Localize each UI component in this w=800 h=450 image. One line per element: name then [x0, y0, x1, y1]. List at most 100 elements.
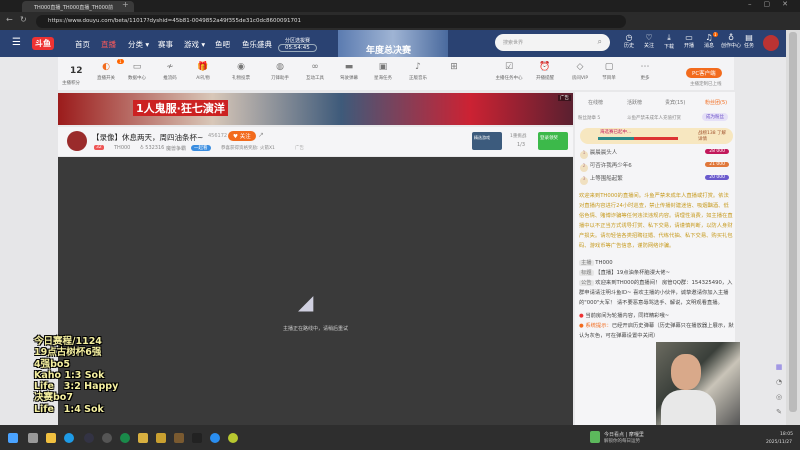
tab-active[interactable]: 活跃榜: [627, 99, 642, 106]
refresh-icon[interactable]: ↻: [20, 15, 27, 24]
banner-text: 年度总决赛: [366, 46, 412, 56]
pc-client-button[interactable]: PC客户端: [686, 68, 722, 78]
start-icon[interactable]: [8, 433, 18, 443]
warcraft-icon[interactable]: [156, 433, 166, 443]
app-icon[interactable]: [102, 433, 112, 443]
watch-together-tag[interactable]: 一起看: [191, 145, 211, 151]
challenge-pager[interactable]: 1/3: [517, 142, 525, 148]
avatar[interactable]: [763, 35, 779, 51]
interact-icon: ∞: [311, 62, 319, 72]
search-icon[interactable]: ⌕: [598, 37, 602, 47]
header-follow[interactable]: ♡ 关注: [638, 33, 660, 49]
broadcast-icon: ▭: [685, 33, 693, 42]
search-icon[interactable]: [28, 433, 38, 443]
rank-row[interactable]: 2 可否许我再少年6 21 000: [580, 161, 735, 174]
obs-icon[interactable]: [84, 433, 94, 443]
toolbar-item[interactable]: ⊞: [439, 62, 469, 75]
promo-button[interactable]: 登录领奖: [538, 132, 568, 150]
label: 历史: [623, 43, 634, 49]
clock-time[interactable]: 18:05: [780, 432, 793, 437]
more-icon: ⋯: [640, 62, 650, 72]
app-icon[interactable]: [228, 433, 238, 443]
category-link[interactable]: 魔兽争霸: [166, 145, 186, 152]
settings-icon[interactable]: ◎: [774, 390, 784, 405]
toolbar-item[interactable]: ▭ 数据中心: [122, 62, 152, 81]
clock-date[interactable]: 2025/11/27: [766, 440, 792, 445]
app-icon[interactable]: [210, 433, 220, 443]
toolbar-item[interactable]: 🎁 AI礼物: [188, 62, 218, 81]
toolbar-item[interactable]: ⏰ 开播提醒: [530, 62, 560, 81]
rank-row[interactable]: 1 晨晨晨头人 28 000: [580, 148, 735, 161]
nav-live[interactable]: 直播: [101, 39, 116, 50]
rank-row[interactable]: 3 上等围船起繁 20 000: [580, 174, 735, 187]
overlay-line: 4强bo5: [34, 358, 71, 370]
new-tab-icon[interactable]: +: [122, 0, 129, 9]
chat-line: 公告 欢迎来到TH000的直播间！ 房管QQ群：154325490，入群申请请注…: [579, 278, 734, 308]
nav-events[interactable]: 赛事: [158, 39, 173, 50]
explorer-icon[interactable]: [46, 433, 56, 443]
follow-button[interactable]: ♥ 关注: [228, 131, 256, 141]
label: 消息: [703, 43, 714, 49]
finals-banner[interactable]: 年度总决赛: [338, 30, 448, 57]
toolbar-item[interactable]: ☑ 主播任务中心: [494, 62, 524, 81]
history-icon[interactable]: ◔: [774, 375, 784, 390]
level-badge: 32: [94, 145, 104, 150]
streamer-avatar[interactable]: [67, 131, 87, 151]
toolbar-item[interactable]: ▣ 星海任务: [368, 62, 398, 81]
toolbar-item[interactable]: ⋯ 更多: [630, 62, 660, 81]
toolbar-item[interactable]: ♪ 正版音乐: [403, 62, 433, 81]
douyu-logo[interactable]: 斗鱼: [32, 37, 54, 50]
toolbar-item[interactable]: ∞ 互动工具: [300, 62, 330, 81]
event-banner[interactable]: 海选赛已起中... 战榜138 了解详情: [580, 128, 733, 144]
overlay-line: Life 1:4 Sok: [34, 403, 104, 415]
toolbar-item[interactable]: ≁ 推流码: [155, 62, 185, 81]
gift-vote-icon: ◉: [237, 62, 245, 72]
toolbar-item-label: 直播开关: [97, 76, 115, 81]
nav-category[interactable]: 分类 ▾: [128, 39, 149, 50]
header-history[interactable]: ◷ 历史: [618, 33, 640, 49]
tab-online[interactable]: 在线榜: [588, 99, 603, 106]
become-fan-button[interactable]: 成为粉丝: [702, 113, 728, 121]
edit-icon[interactable]: ✎: [774, 405, 784, 420]
system-label: 系统提示：: [585, 323, 612, 329]
nav-games[interactable]: 游戏 ▾: [184, 39, 205, 50]
nav-home[interactable]: 首页: [75, 39, 90, 50]
fans-value: 532316: [145, 145, 165, 151]
app-icon[interactable]: [138, 433, 148, 443]
tab-vip[interactable]: 贵宾(15): [665, 99, 685, 106]
header-download[interactable]: ⤓ 下载: [658, 33, 680, 50]
news-icon[interactable]: [590, 431, 600, 443]
video-player[interactable]: ◢ 主播正在路线中，请稍后重试: [58, 157, 573, 425]
url-input[interactable]: https://www.douyu.com/beta/11017?dyshid=…: [36, 15, 626, 28]
grid-icon[interactable]: ▦: [774, 360, 784, 375]
toolbar-item[interactable]: ◉ 礼物投票: [226, 62, 256, 81]
chat-text: 欢迎来到TH000的直播间！ 房管QQ群：154325490，入群申请请注明斗鱼…: [579, 280, 733, 306]
toolbar-item[interactable]: ◐ 直播开关: [91, 62, 121, 81]
header-broadcast[interactable]: ▭ 开播: [678, 33, 700, 49]
search-input[interactable]: 搜索世界 ⌕: [495, 34, 610, 51]
app-icon[interactable]: [192, 433, 202, 443]
edge-icon[interactable]: [64, 433, 74, 443]
window-controls[interactable]: –▢✕: [748, 0, 800, 8]
toolbar-item[interactable]: ◍ 刀锋助手: [265, 62, 295, 81]
event-banner-side: 战榜138 了解详情: [698, 131, 727, 142]
menu-icon[interactable]: ☰: [12, 37, 21, 48]
app-icon[interactable]: [174, 433, 184, 443]
overlay-line: 19点古树杯6强: [34, 347, 102, 359]
nav-yuba[interactable]: 鱼吧: [215, 39, 230, 50]
nav-yule[interactable]: 鱼乐盛典: [242, 39, 272, 50]
streamer-name[interactable]: TH000: [114, 145, 130, 151]
toolbar-item[interactable]: ◇ 房间VIP: [565, 62, 595, 81]
toolbar-item[interactable]: ▢ 节目单: [594, 62, 624, 81]
ad-banner[interactable]: 1人鬼服·狂七演洋 广告: [58, 93, 573, 125]
browser-tab[interactable]: TH000直播_TH000直播_TH000前: [22, 1, 134, 12]
header-tasks[interactable]: ▤ 任务: [738, 33, 760, 49]
news-title[interactable]: 今日看点 | 摩嘎里: [604, 431, 644, 438]
back-icon[interactable]: ←: [6, 15, 13, 24]
toolbar-item[interactable]: ▬ 驾驶弹幕: [334, 62, 364, 81]
tab-fans[interactable]: 粉丝团(5): [705, 99, 727, 106]
app-icon[interactable]: [120, 433, 130, 443]
scrollbar[interactable]: [786, 30, 800, 425]
game-badge[interactable]: 精选游戏: [472, 132, 502, 150]
share-icon[interactable]: ↗: [258, 131, 264, 139]
